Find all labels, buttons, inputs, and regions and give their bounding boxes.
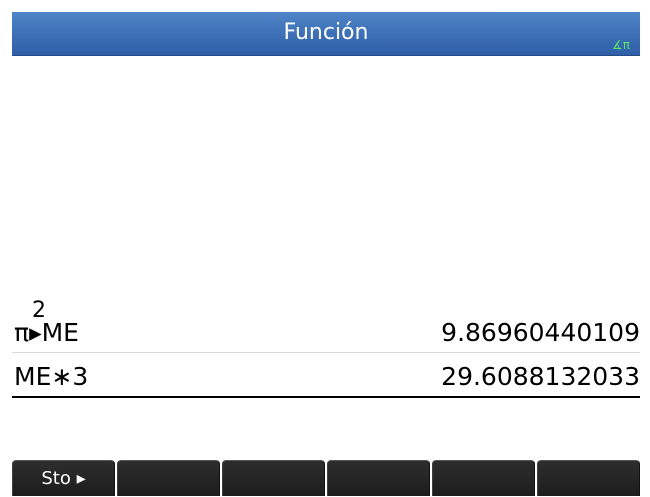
softkey-menu: Sto ▸ — [12, 460, 640, 496]
history-row[interactable]: ME∗3 29.6088132033 — [12, 356, 640, 398]
angle-mode-indicator-icon: ∡π — [612, 38, 630, 52]
pi-symbol: π — [14, 318, 30, 347]
softkey-5[interactable] — [432, 460, 535, 496]
softkey-4[interactable] — [327, 460, 430, 496]
softkey-3[interactable] — [222, 460, 325, 496]
history-row[interactable]: π 2 ▸ME 9.86960440109 — [12, 300, 640, 353]
history-result: 9.86960440109 — [441, 318, 640, 347]
title-bar: Función ∡π — [12, 12, 640, 56]
softkey-2[interactable] — [117, 460, 220, 496]
sto-softkey[interactable]: Sto ▸ — [12, 460, 115, 496]
softkey-6[interactable] — [537, 460, 640, 496]
history-expression: π 2 ▸ME — [14, 300, 79, 348]
calculator-screen: Función ∡π π 2 ▸ME 9.86960440109 ME∗3 29.6… — [0, 0, 640, 496]
superscript-exponent: 2 — [32, 298, 46, 323]
history-result: 29.6088132033 — [441, 362, 640, 391]
history-area: π 2 ▸ME 9.86960440109 ME∗3 29.6088132033 — [12, 56, 640, 416]
history-expression: ME∗3 — [14, 362, 89, 391]
window-title: Función — [283, 20, 369, 45]
